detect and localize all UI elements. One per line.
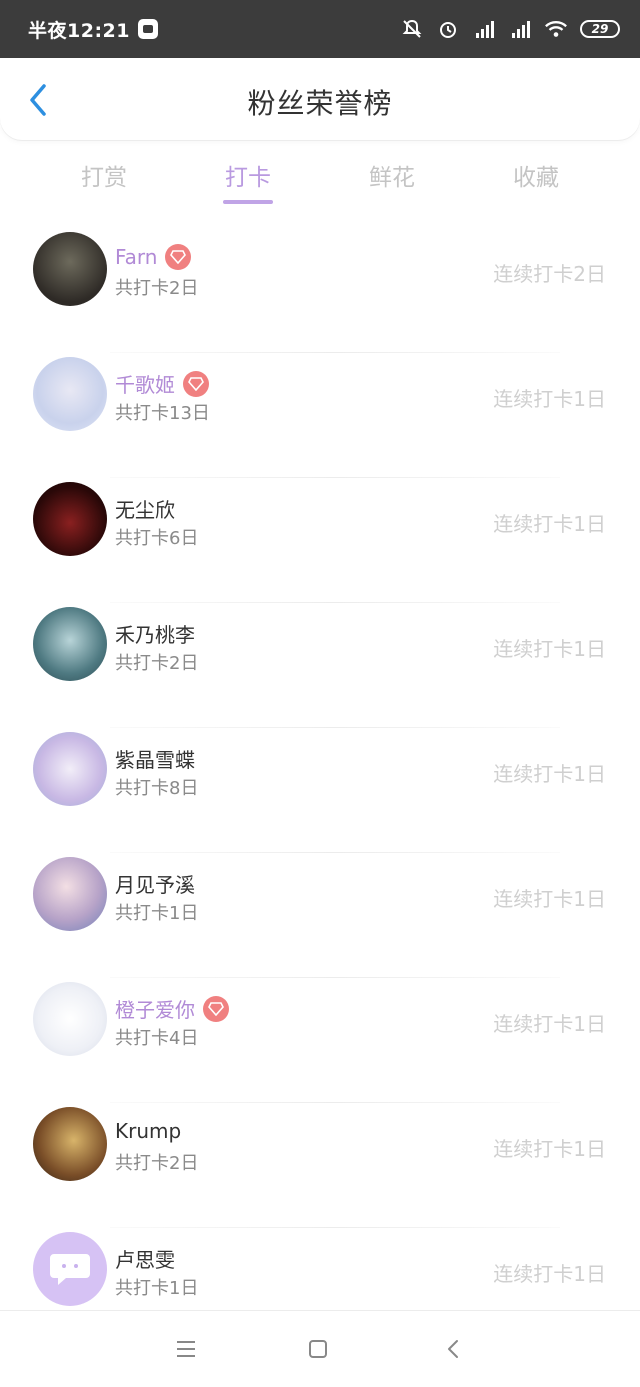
- total-checkins: 共打卡13日: [115, 403, 210, 424]
- fan-list: Farn 共打卡2日 连续打卡2日 千歌姬 共打卡13日 连续打卡1日 无尘欣 …: [0, 228, 640, 1353]
- avatar[interactable]: [33, 982, 107, 1056]
- avatar[interactable]: [33, 732, 107, 806]
- total-checkins: 共打卡1日: [115, 903, 199, 924]
- total-checkins: 共打卡8日: [115, 778, 199, 799]
- total-checkins: 共打卡2日: [115, 1153, 199, 1174]
- tab-checkin[interactable]: 打卡: [188, 158, 308, 192]
- list-item[interactable]: 千歌姬 共打卡13日 连续打卡1日: [0, 353, 640, 478]
- fan-name: 橙子爱你: [115, 998, 195, 1022]
- fan-name: Farn: [115, 245, 158, 269]
- total-checkins: 共打卡2日: [115, 278, 199, 299]
- menu-button[interactable]: [174, 1337, 198, 1361]
- list-item[interactable]: 无尘欣 共打卡6日 连续打卡1日: [0, 478, 640, 603]
- system-nav-bar: [0, 1310, 640, 1387]
- streak-label: 连续打卡1日: [493, 387, 606, 411]
- streak-label: 连续打卡1日: [493, 887, 606, 911]
- total-checkins: 共打卡1日: [115, 1278, 199, 1299]
- tab-favorites[interactable]: 收藏: [476, 158, 596, 192]
- home-square-icon: [309, 1340, 327, 1358]
- avatar[interactable]: [33, 1232, 107, 1306]
- total-checkins: 共打卡2日: [115, 653, 199, 674]
- fan-name: 千歌姬: [115, 373, 175, 397]
- diamond-badge-icon: [183, 370, 209, 397]
- tab-reward[interactable]: 打赏: [44, 158, 164, 192]
- streak-label: 连续打卡1日: [493, 1262, 606, 1286]
- avatar[interactable]: [33, 482, 107, 556]
- avatar[interactable]: [33, 357, 107, 431]
- wifi-icon: [544, 17, 568, 41]
- fan-name: 卢思雯: [115, 1248, 175, 1272]
- page-title: 粉丝荣誉榜: [247, 87, 393, 120]
- avatar[interactable]: [33, 232, 107, 306]
- streak-label: 连续打卡1日: [493, 1137, 606, 1161]
- alarm-icon: [436, 17, 460, 41]
- list-item[interactable]: 禾乃桃李 共打卡2日 连续打卡1日: [0, 603, 640, 728]
- total-checkins: 共打卡6日: [115, 528, 199, 549]
- avatar[interactable]: [33, 1107, 107, 1181]
- diamond-badge-icon: [203, 995, 229, 1022]
- list-item[interactable]: 月见予溪 共打卡1日 连续打卡1日: [0, 853, 640, 978]
- list-item[interactable]: Farn 共打卡2日 连续打卡2日: [0, 228, 640, 353]
- hd-signal-icon: [472, 17, 496, 41]
- fan-name: 月见予溪: [115, 873, 195, 897]
- tab-bar: 打赏 打卡 鲜花 收藏: [0, 140, 640, 210]
- list-item[interactable]: 紫晶雪蝶 共打卡8日 连续打卡1日: [0, 728, 640, 853]
- signal-icon: [508, 17, 532, 41]
- streak-label: 连续打卡1日: [493, 512, 606, 536]
- list-item[interactable]: 橙子爱你 共打卡4日 连续打卡1日: [0, 978, 640, 1103]
- fan-name: 紫晶雪蝶: [115, 748, 195, 772]
- streak-label: 连续打卡2日: [493, 262, 606, 286]
- mute-icon: [400, 17, 424, 41]
- diamond-badge-icon: [165, 244, 192, 270]
- avatar[interactable]: [33, 607, 107, 681]
- streak-label: 连续打卡1日: [493, 1012, 606, 1036]
- chat-bubble-icon: [50, 1254, 90, 1285]
- status-bar: 半夜12:21 29: [0, 0, 640, 58]
- streak-label: 连续打卡1日: [493, 762, 606, 786]
- menu-icon: [177, 1341, 195, 1357]
- home-button[interactable]: [306, 1337, 330, 1361]
- notification-icon: [137, 19, 158, 39]
- list-item[interactable]: Krump 共打卡2日 连续打卡1日: [0, 1103, 640, 1228]
- battery-icon: 29: [580, 20, 620, 38]
- system-back-button[interactable]: [441, 1337, 465, 1361]
- app-header: 粉丝荣誉榜: [0, 58, 640, 140]
- tab-flowers[interactable]: 鲜花: [332, 158, 452, 192]
- fan-name: 禾乃桃李: [115, 623, 195, 647]
- fan-name: 无尘欣: [115, 498, 175, 522]
- status-time: 半夜12:21: [28, 19, 130, 42]
- back-arrow-icon: [448, 1340, 458, 1358]
- avatar[interactable]: [33, 857, 107, 931]
- tab-active-indicator: [223, 200, 273, 204]
- total-checkins: 共打卡4日: [115, 1028, 199, 1049]
- fan-name: Krump: [115, 1119, 182, 1143]
- streak-label: 连续打卡1日: [493, 637, 606, 661]
